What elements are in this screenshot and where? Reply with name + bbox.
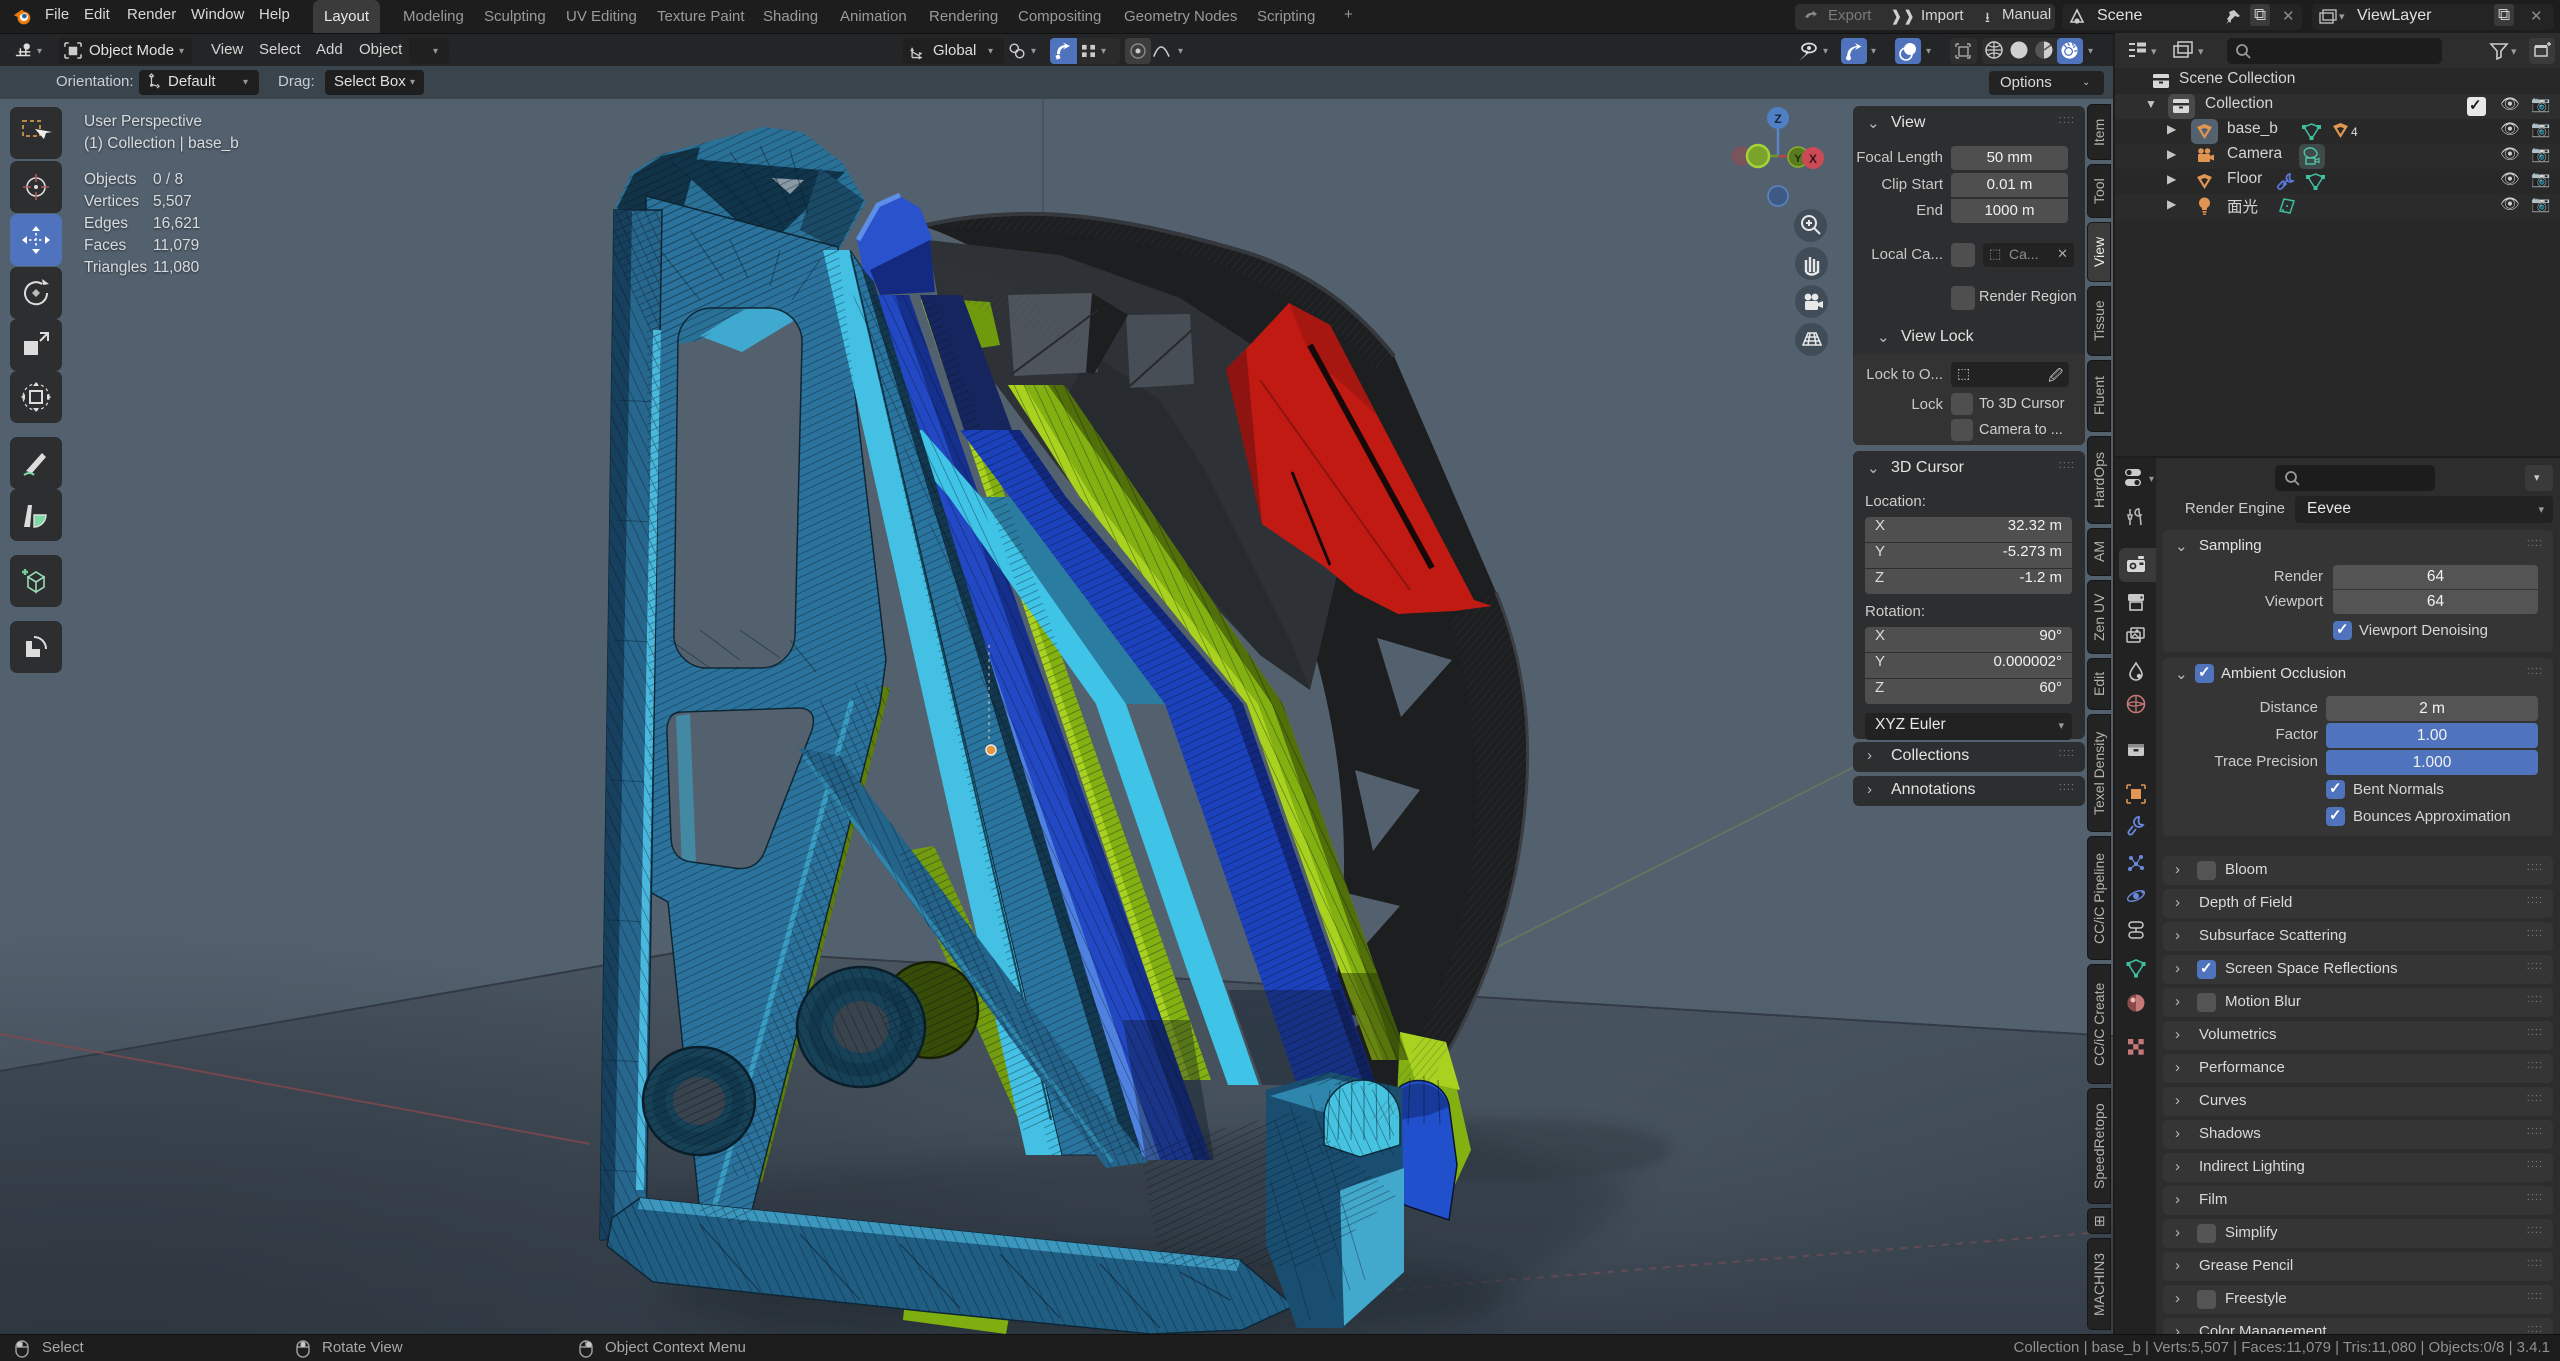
svg-text:Z: Z: [1774, 112, 1781, 126]
svg-text:X: X: [1809, 152, 1817, 166]
svg-text:Y: Y: [1794, 153, 1802, 165]
